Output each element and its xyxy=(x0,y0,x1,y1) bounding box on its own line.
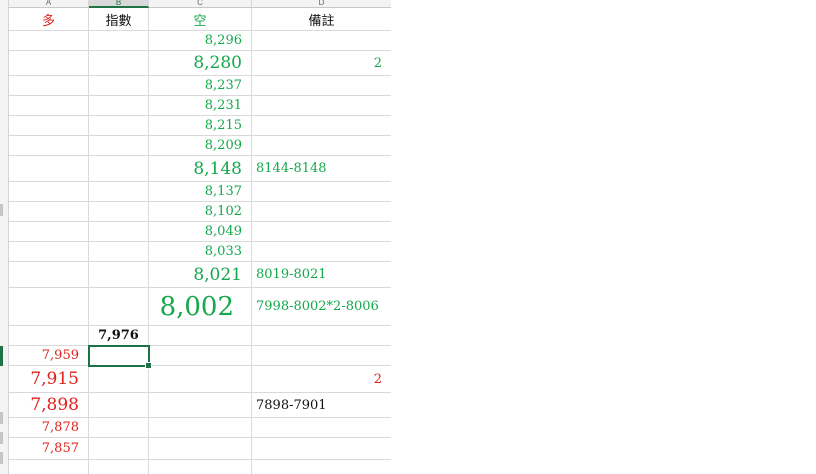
cell-a19[interactable]: 7,857 xyxy=(9,438,89,460)
column-header-d[interactable]: D xyxy=(252,0,392,8)
cell-a14[interactable] xyxy=(9,326,89,346)
cell-d10[interactable] xyxy=(252,222,392,242)
cell-c13[interactable]: 8,002 xyxy=(149,288,252,326)
cell-a18[interactable]: 7,878 xyxy=(9,418,89,438)
cell-c17[interactable] xyxy=(149,393,252,418)
cell-d11[interactable] xyxy=(252,242,392,262)
cell-a10[interactable] xyxy=(9,222,89,242)
row-header-selected[interactable] xyxy=(0,346,3,366)
cell-c3[interactable]: 8,237 xyxy=(149,76,252,96)
cell-d9[interactable] xyxy=(252,202,392,222)
cell-d12[interactable]: 8019-8021 xyxy=(252,262,392,288)
cell-b8[interactable] xyxy=(89,182,149,202)
cell-c7[interactable]: 8,148 xyxy=(149,156,252,182)
cell-c1[interactable]: 8,296 xyxy=(149,31,252,51)
cell-a20[interactable] xyxy=(9,460,89,474)
cell-c6[interactable]: 8,209 xyxy=(149,136,252,156)
cell-d20[interactable] xyxy=(252,460,392,474)
cell-d19[interactable] xyxy=(252,438,392,460)
cell-c12[interactable]: 8,021 xyxy=(149,262,252,288)
cell-a7[interactable] xyxy=(9,156,89,182)
cell-b14[interactable]: 7,976 xyxy=(89,326,149,346)
cell-a9[interactable] xyxy=(9,202,89,222)
cell-a17[interactable]: 7,898 xyxy=(9,393,89,418)
cell-b18[interactable] xyxy=(89,418,149,438)
cell-b3[interactable] xyxy=(89,76,149,96)
cell-b2[interactable] xyxy=(89,51,149,76)
cell-d7[interactable]: 8144-8148 xyxy=(252,156,392,182)
cell-c14[interactable] xyxy=(149,326,252,346)
cell-c20[interactable] xyxy=(149,460,252,474)
cell-b4[interactable] xyxy=(89,96,149,116)
cell-d15[interactable] xyxy=(252,346,392,366)
cell-b9[interactable] xyxy=(89,202,149,222)
header-short[interactable]: 空 xyxy=(149,8,252,31)
cell-a13[interactable] xyxy=(9,288,89,326)
row-header-mark[interactable] xyxy=(0,452,3,464)
cell-b5[interactable] xyxy=(89,116,149,136)
fill-handle[interactable] xyxy=(145,362,152,369)
cell-c10[interactable]: 8,049 xyxy=(149,222,252,242)
row-header-mark[interactable] xyxy=(0,204,3,216)
cell-b16[interactable] xyxy=(89,366,149,393)
row-header-mark[interactable] xyxy=(0,412,3,424)
cell-a16[interactable]: 7,915 xyxy=(9,366,89,393)
cell-d14[interactable] xyxy=(252,326,392,346)
cell-b19[interactable] xyxy=(89,438,149,460)
row-header-gutter xyxy=(0,0,9,474)
cell-b20[interactable] xyxy=(89,460,149,474)
cell-d8[interactable] xyxy=(252,182,392,202)
empty-canvas-area xyxy=(391,0,816,474)
cell-c8[interactable]: 8,137 xyxy=(149,182,252,202)
cell-c9[interactable]: 8,102 xyxy=(149,202,252,222)
cell-a3[interactable] xyxy=(9,76,89,96)
cell-b10[interactable] xyxy=(89,222,149,242)
spreadsheet-grid: A B C D 多 指數 空 備註 8,296 8,280 2 8,237 8,… xyxy=(0,0,816,474)
cell-c18[interactable] xyxy=(149,418,252,438)
cell-b7[interactable] xyxy=(89,156,149,182)
cell-a1[interactable] xyxy=(9,31,89,51)
cell-d5[interactable] xyxy=(252,116,392,136)
header-index[interactable]: 指數 xyxy=(89,8,149,31)
cell-a5[interactable] xyxy=(9,116,89,136)
header-notes[interactable]: 備註 xyxy=(252,8,392,31)
cell-a15[interactable]: 7,959 xyxy=(9,346,89,366)
cell-c2[interactable]: 8,280 xyxy=(149,51,252,76)
cell-a6[interactable] xyxy=(9,136,89,156)
cell-d13[interactable]: 7998-8002*2-8006 xyxy=(252,288,392,326)
cell-d4[interactable] xyxy=(252,96,392,116)
column-header-b[interactable]: B xyxy=(89,0,149,8)
cell-a8[interactable] xyxy=(9,182,89,202)
cell-c11[interactable]: 8,033 xyxy=(149,242,252,262)
cell-c16[interactable] xyxy=(149,366,252,393)
cell-a11[interactable] xyxy=(9,242,89,262)
cell-d6[interactable] xyxy=(252,136,392,156)
column-header-a[interactable]: A xyxy=(9,0,89,8)
cell-c4[interactable]: 8,231 xyxy=(149,96,252,116)
cell-b13[interactable] xyxy=(89,288,149,326)
column-header-c[interactable]: C xyxy=(149,0,252,8)
cell-c15[interactable] xyxy=(149,346,252,366)
cell-a2[interactable] xyxy=(9,51,89,76)
cell-a12[interactable] xyxy=(9,262,89,288)
cell-d3[interactable] xyxy=(252,76,392,96)
cell-d18[interactable] xyxy=(252,418,392,438)
cell-a4[interactable] xyxy=(9,96,89,116)
header-long[interactable]: 多 xyxy=(9,8,89,31)
cell-b11[interactable] xyxy=(89,242,149,262)
active-cell-selection[interactable] xyxy=(88,345,150,367)
cell-b1[interactable] xyxy=(89,31,149,51)
cell-d1[interactable] xyxy=(252,31,392,51)
cell-b12[interactable] xyxy=(89,262,149,288)
cell-d2[interactable]: 2 xyxy=(252,51,392,76)
cell-c19[interactable] xyxy=(149,438,252,460)
cell-d17[interactable]: 7898-7901 xyxy=(252,393,392,418)
cell-c5[interactable]: 8,215 xyxy=(149,116,252,136)
cell-b6[interactable] xyxy=(89,136,149,156)
row-header-mark[interactable] xyxy=(0,432,3,444)
cell-d16[interactable]: 2 xyxy=(252,366,392,393)
cell-b17[interactable] xyxy=(89,393,149,418)
